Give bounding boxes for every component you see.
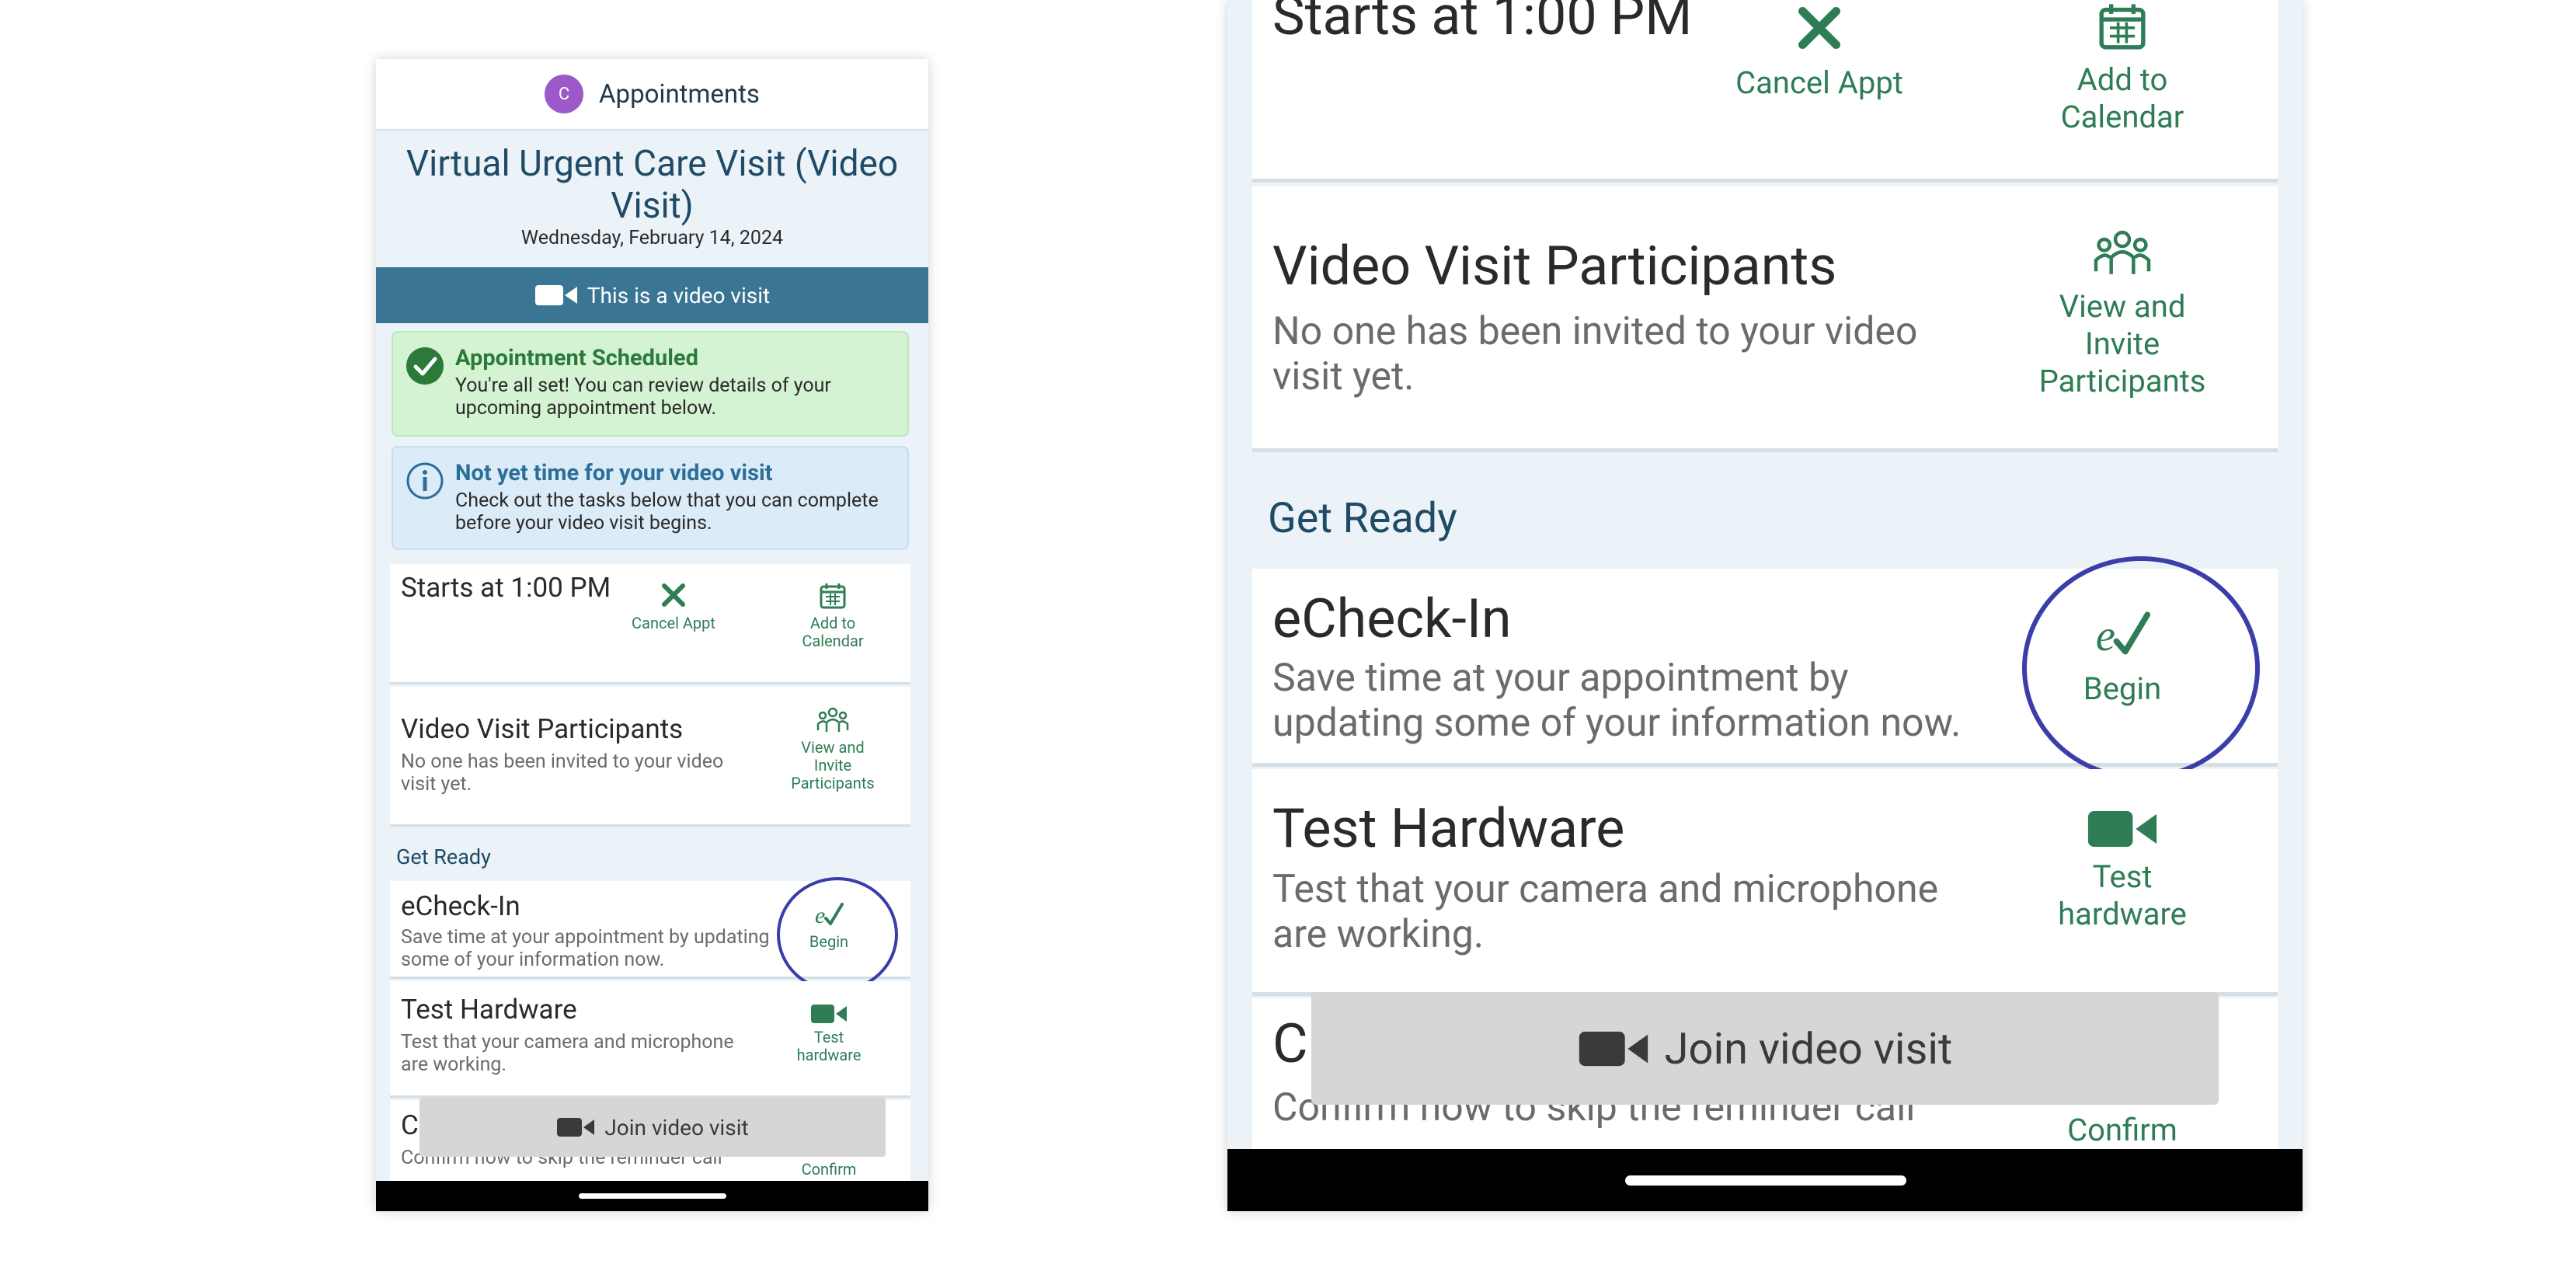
echeckin-desc: Save time at your appointment by updatin… <box>401 926 770 971</box>
view-invite-participants-button[interactable]: View and Invite Participants <box>782 705 883 792</box>
video-camera-icon <box>557 1118 595 1137</box>
test-hardware-desc: Test that your camera and microphone are… <box>401 1031 734 1076</box>
home-indicator[interactable] <box>579 1193 726 1199</box>
confirm-label: Confirm <box>2067 1112 2177 1148</box>
participants-title: Video Visit Participants <box>1272 235 1837 298</box>
test-hardware-card: Test Hardware Test that your camera and … <box>1252 769 2278 996</box>
info-icon <box>406 462 444 500</box>
cancel-appt-button[interactable]: Cancel Appt <box>1734 0 1905 102</box>
test-hardware-title: Test Hardware <box>1272 797 1625 861</box>
participants-title: Video Visit Participants <box>401 713 684 745</box>
add-to-calendar-label: Add to Calendar <box>2060 61 2184 135</box>
join-video-visit-button[interactable]: Join video visit <box>1311 992 2219 1105</box>
appointment-time-card: Starts at 1:00 PM Cancel Appt Add to Cal… <box>390 564 910 684</box>
system-nav-bar <box>1227 1149 2303 1211</box>
confirm-title: C <box>401 1109 419 1141</box>
zoomed-view: Starts at 1:00 PM Cancel Appt Add to Cal… <box>1227 0 2303 1211</box>
video-camera-icon <box>2087 811 2157 847</box>
test-hardware-button[interactable]: Test hardware <box>786 1003 872 1064</box>
participants-card: Video Visit Participants No one has been… <box>1252 186 2278 452</box>
home-indicator[interactable] <box>1625 1175 1906 1186</box>
echeckin-desc: Save time at your appointment by updatin… <box>1272 656 1962 746</box>
top-bar: C Appointments <box>376 59 928 131</box>
add-to-calendar-button[interactable]: Add to Calendar <box>2037 0 2208 136</box>
cancel-appt-button[interactable]: Cancel Appt <box>631 580 716 632</box>
video-camera-icon <box>811 1005 847 1023</box>
video-camera-icon <box>1579 1031 1648 1066</box>
test-hardware-card: Test Hardware Test that your camera and … <box>390 981 910 1098</box>
confirm-label: Confirm <box>801 1160 857 1179</box>
view-invite-participants-button[interactable]: View and Invite Participants <box>2029 227 2216 400</box>
visit-date: Wednesday, February 14, 2024 <box>520 227 784 249</box>
confirm-title: C <box>1272 1012 1308 1076</box>
test-hardware-label: Test hardware <box>2058 858 2187 932</box>
alert-body: Check out the tasks below that you can c… <box>455 489 879 535</box>
phone-screen: C Appointments Virtual Urgent Care Visit… <box>376 59 928 1211</box>
avatar[interactable]: C <box>545 75 584 113</box>
cancel-appt-label: Cancel Appt <box>632 614 715 632</box>
test-hardware-title: Test Hardware <box>401 994 577 1026</box>
participants-icon <box>2094 230 2151 274</box>
close-icon <box>1798 7 1840 49</box>
system-nav-bar <box>376 1181 928 1211</box>
close-icon <box>662 583 685 607</box>
join-video-visit-button[interactable]: Join video visit <box>419 1098 886 1157</box>
get-ready-heading: Get Ready <box>1268 494 1457 543</box>
test-hardware-label: Test hardware <box>796 1028 862 1064</box>
alert-title: Not yet time for your video visit <box>455 460 773 486</box>
video-banner-label: This is a video visit <box>587 282 771 308</box>
highlight-circle <box>777 877 898 992</box>
echeckin-title: eCheck-In <box>1272 587 1512 651</box>
view-invite-label: View and Invite Participants <box>2038 288 2206 399</box>
participants-card: Video Visit Participants No one has been… <box>390 687 910 827</box>
video-camera-icon <box>534 285 577 305</box>
calendar-icon <box>2099 4 2146 50</box>
add-to-calendar-button[interactable]: Add to Calendar <box>786 581 879 650</box>
appointment-time: Starts at 1:00 PM <box>401 572 611 604</box>
check-circle-icon <box>406 347 444 385</box>
test-hardware-button[interactable]: Test hardware <box>2045 808 2200 933</box>
add-to-calendar-label: Add to Calendar <box>802 614 864 650</box>
page-title: Appointments <box>599 78 760 110</box>
join-video-visit-label: Join video visit <box>604 1114 749 1140</box>
confirm-button[interactable]: Confirm <box>2060 1112 2184 1149</box>
join-video-visit-label: Join video visit <box>1664 1022 1953 1074</box>
participants-desc: No one has been invited to your video vi… <box>401 750 724 796</box>
alert-not-yet-time: Not yet time for your video visit Check … <box>392 446 909 550</box>
get-ready-heading: Get Ready <box>396 844 491 869</box>
visit-title: Virtual Urgent Care Visit (Video Visit) <box>406 143 899 227</box>
video-visit-banner: This is a video visit <box>376 267 928 323</box>
participants-icon <box>816 707 849 732</box>
appointment-time-card: Starts at 1:00 PM Cancel Appt Add to Cal… <box>1252 0 2278 183</box>
echeckin-title: eCheck-In <box>401 890 520 922</box>
highlight-circle <box>2022 556 2260 780</box>
cancel-appt-label: Cancel Appt <box>1735 64 1903 101</box>
appointment-time: Starts at 1:00 PM <box>1272 0 1693 48</box>
alert-body: You're all set! You can review details o… <box>455 374 831 420</box>
view-invite-label: View and Invite Participants <box>791 738 875 792</box>
participants-desc: No one has been invited to your video vi… <box>1272 309 1918 399</box>
confirm-button[interactable]: Confirm <box>798 1161 860 1179</box>
alert-title: Appointment Scheduled <box>455 345 698 371</box>
calendar-icon <box>820 583 846 609</box>
test-hardware-desc: Test that your camera and microphone are… <box>1272 867 1939 957</box>
alert-appointment-scheduled: Appointment Scheduled You're all set! Yo… <box>392 331 909 437</box>
